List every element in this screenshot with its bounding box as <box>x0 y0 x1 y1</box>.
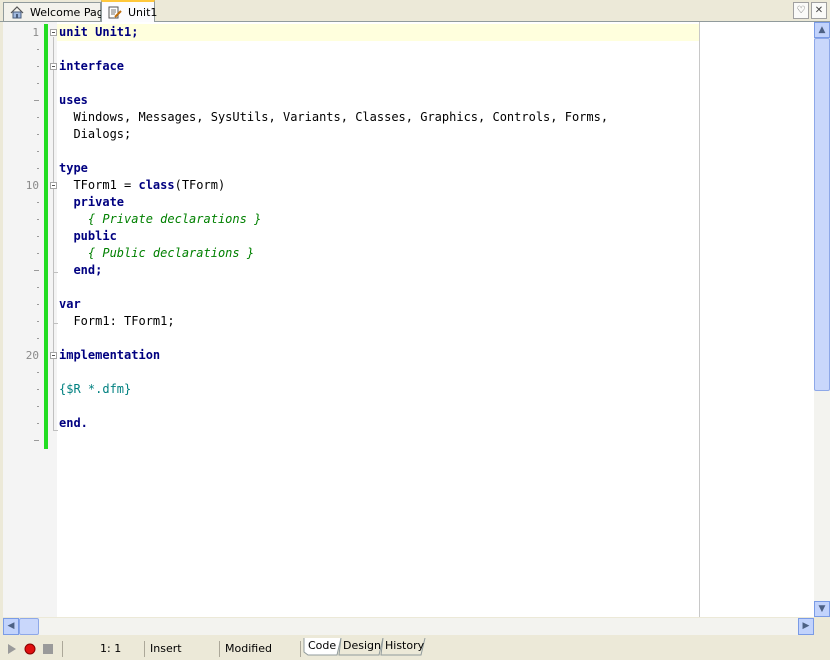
line-number-20: 20 <box>25 349 39 362</box>
code-text: TForm1 = <box>59 178 139 192</box>
line-marker-dot <box>37 338 39 339</box>
code-comment: { Private declarations } <box>59 212 262 226</box>
line-marker-dot <box>37 389 39 390</box>
line-marker-dot <box>34 270 39 271</box>
fold-toggle[interactable] <box>50 352 57 359</box>
view-tab-code[interactable]: Code <box>305 638 339 654</box>
code-line: Dialogs; <box>59 127 132 141</box>
line-marker-dot <box>34 100 39 101</box>
modified-lines-bar <box>44 24 48 449</box>
horizontal-scrollbar[interactable]: ◀ ▶ <box>3 618 814 635</box>
line-number-10: 10 <box>25 179 39 192</box>
line-marker-dot <box>37 134 39 135</box>
scroll-down-button[interactable]: ▼ <box>814 601 830 617</box>
fold-toggle[interactable] <box>50 182 57 189</box>
tab-label: Unit1 <box>128 6 158 19</box>
scroll-right-button[interactable]: ▶ <box>798 618 814 635</box>
code-directive: {$R *.dfm} <box>59 382 132 396</box>
stop-icon[interactable] <box>42 643 54 655</box>
code-line: end; <box>59 263 103 277</box>
code-editor[interactable]: 1 10 20 unit Unit1; interface uses Windo… <box>3 22 814 617</box>
code-text: (TForm) <box>174 178 226 192</box>
record-macro-icon[interactable] <box>24 643 36 655</box>
modified-status: Modified <box>225 642 272 655</box>
close-icon: ✕ <box>814 5 824 16</box>
code-line: type <box>59 161 88 175</box>
code-line: TForm1 = class(TForm) <box>59 177 225 194</box>
tab-welcome-page[interactable]: Welcome Page <box>3 2 110 21</box>
chevron-down-icon: ▼ <box>818 604 826 614</box>
horizontal-scroll-thumb[interactable] <box>19 618 39 635</box>
code-line: public <box>59 229 117 243</box>
code-keyword: class <box>138 178 175 192</box>
line-marker-dot <box>37 83 39 84</box>
vertical-scroll-thumb[interactable] <box>814 38 830 391</box>
view-tab-history[interactable]: History <box>382 638 427 654</box>
line-marker-dot <box>37 66 39 67</box>
scroll-left-button[interactable]: ◀ <box>3 618 19 635</box>
line-marker-dot <box>37 423 39 424</box>
editor-gutter: 1 10 20 <box>3 22 58 617</box>
code-line: uses <box>59 93 88 107</box>
chevron-down-icon: ♡ <box>796 5 806 16</box>
line-marker-dot <box>37 168 39 169</box>
code-line: implementation <box>59 348 161 362</box>
chevron-left-icon: ◀ <box>7 621 15 631</box>
line-marker-dot <box>37 151 39 152</box>
unit-file-icon <box>108 6 122 19</box>
fold-end <box>53 323 58 324</box>
tab-unit1[interactable]: Unit1 <box>101 0 158 22</box>
code-line: private <box>59 195 125 209</box>
code-line: unit Unit1; <box>59 25 139 39</box>
line-marker-dot <box>37 117 39 118</box>
fold-guide <box>53 37 54 430</box>
line-marker-dot <box>37 253 39 254</box>
tab-label: Welcome Page <box>30 6 111 19</box>
chevron-up-icon: ▲ <box>818 25 826 35</box>
cursor-position: 1: 1 <box>100 642 122 655</box>
scroll-up-button[interactable]: ▲ <box>814 22 830 38</box>
close-tab-button[interactable]: ✕ <box>811 2 827 19</box>
line-marker-dot <box>37 236 39 237</box>
line-marker-dot <box>37 406 39 407</box>
code-line: Form1: TForm1; <box>59 314 175 328</box>
line-marker-dot <box>37 49 39 50</box>
status-separator <box>62 641 63 657</box>
code-line: end. <box>59 416 88 430</box>
view-tab-design[interactable]: Design <box>340 638 384 654</box>
line-marker-dot <box>37 321 39 322</box>
fold-toggle[interactable] <box>50 29 57 36</box>
code-line: Windows, Messages, SysUtils, Variants, C… <box>59 110 609 124</box>
insert-mode: Insert <box>150 642 182 655</box>
chevron-right-icon: ▶ <box>802 621 810 631</box>
fold-end <box>53 272 58 273</box>
play-icon[interactable] <box>6 643 18 655</box>
status-bar: 1: 1 Insert Modified Code Design History <box>0 638 830 660</box>
line-marker-dot <box>37 219 39 220</box>
status-separator <box>144 641 145 657</box>
status-separator <box>219 641 220 657</box>
line-marker-dot <box>37 287 39 288</box>
home-icon <box>10 6 24 19</box>
right-margin-line <box>699 22 700 617</box>
code-line: interface <box>59 59 125 73</box>
fold-toggle[interactable] <box>50 63 57 70</box>
vertical-scrollbar[interactable]: ▲ ▼ <box>814 22 830 617</box>
tab-list-button[interactable]: ♡ <box>793 2 809 19</box>
current-line-highlight <box>57 24 699 41</box>
fold-end <box>53 430 58 431</box>
line-marker-dot <box>34 440 39 441</box>
line-marker-dot <box>37 202 39 203</box>
status-separator <box>300 641 301 657</box>
code-comment: { Public declarations } <box>59 246 255 260</box>
line-marker-dot <box>37 304 39 305</box>
code-line: var <box>59 297 81 311</box>
editor-tab-strip: Welcome Page Unit1 ♡ ✕ <box>0 0 830 22</box>
line-number-1: 1 <box>32 26 39 39</box>
line-marker-dot <box>37 372 39 373</box>
